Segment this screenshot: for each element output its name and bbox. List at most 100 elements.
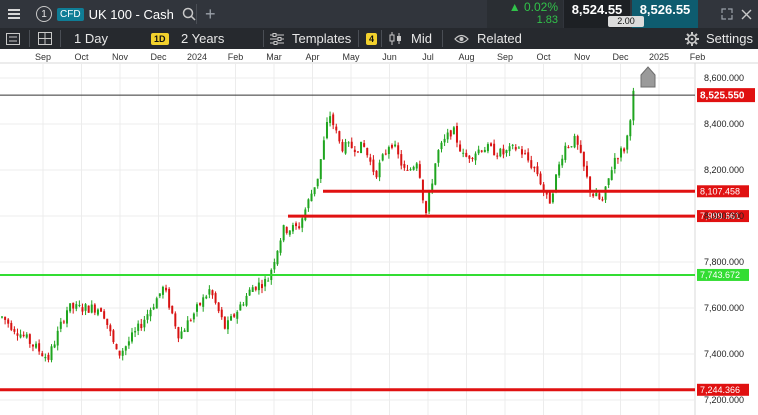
candle-body [372,159,375,172]
menu-button[interactable] [8,0,20,28]
candle-body [295,223,298,227]
candle-body [257,282,260,291]
candle-body [604,186,607,200]
x-tick-label: Jun [382,52,397,62]
instrument-name: UK 100 - Cash [88,6,174,22]
candle-body [620,148,623,158]
candle-body [230,316,233,321]
x-tick-label: Jul [422,52,434,62]
instrument-tab[interactable]: 1 CFD UK 100 - Cash [36,0,196,28]
candle-body [115,344,118,350]
candle-body [366,147,369,156]
candle-body [598,193,601,200]
candle-body [152,307,155,310]
y-tick-label: 8,600.000 [704,73,744,83]
candle-body [13,329,16,332]
price-type-label: Mid [411,31,432,46]
templates-button[interactable]: Templates [270,28,351,49]
y-tick-label: 8,200.000 [704,165,744,175]
candle-body [425,201,428,214]
settings-button[interactable]: Settings [685,28,753,49]
settings-label: Settings [706,31,753,46]
layout-button[interactable] [38,28,52,49]
candle-body [514,147,517,150]
price-chart[interactable]: 8,107.4587,999.6617,743.6727,244.3668,52… [0,49,758,415]
candle-body [573,135,576,148]
chart-grid [0,49,758,415]
candle-body [301,218,304,228]
candle-body [338,131,341,142]
candle-body [25,334,28,338]
price-type-dropdown[interactable]: Mid [389,28,432,49]
candle-body [93,304,96,313]
candle-body [626,135,629,150]
candle-body [434,163,437,185]
range-dropdown[interactable]: 2 Years [181,28,224,49]
candle-body [59,321,62,329]
candle-body [146,314,149,320]
candle-body [47,354,50,360]
candle-body [570,146,573,148]
indicator-count-wrap[interactable]: 4 [366,28,378,49]
candle-body [7,319,10,324]
close-button[interactable] [741,0,752,28]
interval-dropdown[interactable]: 1 Day [74,28,108,49]
candle-body [161,286,164,295]
candle-body [121,350,124,356]
candle-body [446,132,449,140]
candle-body [449,130,452,137]
candle-body [50,346,53,361]
candle-body [517,147,520,149]
candle-body [1,316,3,318]
candle-body [195,304,198,312]
candle-body [415,163,418,169]
candle-body [149,309,152,317]
candle-body [19,334,22,338]
spread-value: 2.00 [608,16,644,27]
candle-body [65,310,68,324]
candle-body [137,323,140,331]
candle-body [319,159,322,180]
candle-body [561,158,564,166]
candle-body [10,322,13,330]
up-arrow-icon: ▲ [508,0,521,14]
candle-body [211,290,214,296]
candle-body [285,227,288,233]
expand-button[interactable] [721,0,733,28]
candle-body [536,166,539,175]
x-tick-label: Oct [536,52,551,62]
x-tick-label: Apr [305,52,319,62]
candle-body [208,289,211,295]
candle-body [282,225,285,241]
y-tick-label: 8,400.000 [704,119,744,129]
candle-body [341,141,344,152]
related-button[interactable]: Related [454,28,522,49]
sidebar-toggle-button[interactable] [6,28,20,49]
candle-body [474,153,477,161]
candle-body [226,320,229,330]
candle-body [378,162,381,178]
add-tab-button[interactable]: + [205,0,216,28]
candle-body [313,187,316,195]
candle-body [499,148,502,157]
candle-body [310,193,313,202]
candle-body [607,178,610,185]
eye-icon [454,34,469,43]
grid-layout-icon [38,32,52,45]
candle-body [186,320,189,332]
change-percent: 0.02% [523,0,558,14]
candle-body [264,278,267,287]
x-tick-label: Feb [228,52,244,62]
x-tick-label: Sep [35,52,51,62]
candle-body [273,262,276,270]
candle-body [56,330,59,346]
related-label: Related [477,31,522,46]
search-icon[interactable] [182,7,196,21]
candle-body [322,140,325,160]
candle-body [564,145,567,160]
candle-body [171,305,174,314]
candle-body [468,155,471,159]
candle-body [576,136,579,145]
candle-body [81,307,84,312]
candle-body [629,120,632,137]
